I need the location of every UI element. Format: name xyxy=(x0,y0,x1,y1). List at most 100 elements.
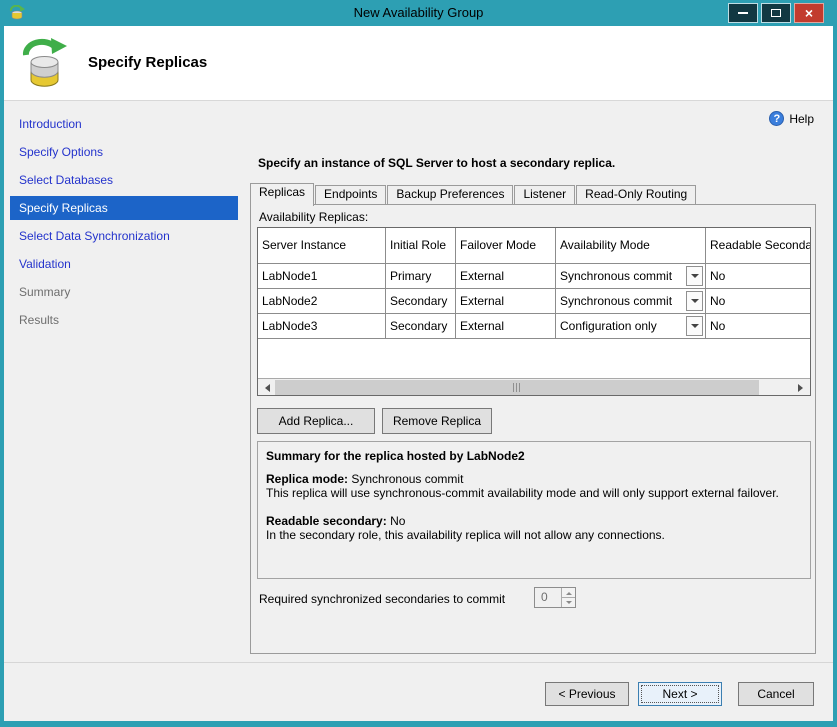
wizard-footer: < Previous Next > Cancel xyxy=(4,662,833,721)
cell-readable-secondary: No xyxy=(706,289,811,314)
titlebar: New Availability Group × xyxy=(0,0,837,26)
column-header-server-instance: Server Instance xyxy=(258,228,386,264)
wizard-body: Introduction Specify Options Select Data… xyxy=(4,102,833,662)
replica-summary-panel: Summary for the replica hosted by LabNod… xyxy=(257,441,811,579)
arrow-right-icon xyxy=(798,384,807,392)
arrow-left-icon xyxy=(261,384,270,392)
combo-value: Synchronous commit xyxy=(557,269,686,283)
chevron-down-icon[interactable] xyxy=(686,266,703,286)
sidebar-item-introduction[interactable]: Introduction xyxy=(10,112,238,136)
arrow-down-icon xyxy=(566,601,572,607)
page-title: Specify Replicas xyxy=(88,54,207,71)
close-icon: × xyxy=(805,6,813,20)
tab-listener[interactable]: Listener xyxy=(514,185,575,204)
horizontal-scrollbar[interactable] xyxy=(258,378,810,395)
cell-availability-mode: Configuration only xyxy=(556,314,706,339)
availability-replicas-label: Availability Replicas: xyxy=(259,210,368,224)
required-secondaries-label: Required synchronized secondaries to com… xyxy=(259,589,505,609)
tab-backup-preferences[interactable]: Backup Preferences xyxy=(387,185,513,204)
sidebar-item-specify-replicas[interactable]: Specify Replicas xyxy=(10,196,238,220)
cell-availability-mode: Synchronous commit xyxy=(556,289,706,314)
summary-title: Summary for the replica hosted by LabNod… xyxy=(266,449,525,463)
arrow-up-icon xyxy=(566,589,572,595)
instruction-text: Specify an instance of SQL Server to hos… xyxy=(258,156,615,170)
window-title: New Availability Group xyxy=(0,0,837,26)
table-header-row: Server Instance Initial Role Failover Mo… xyxy=(258,228,811,264)
previous-button[interactable]: < Previous xyxy=(545,682,629,706)
availability-mode-select[interactable]: Synchronous commit xyxy=(557,265,704,287)
tab-replicas[interactable]: Replicas xyxy=(250,183,314,206)
scroll-left-button[interactable] xyxy=(258,380,275,395)
add-replica-button[interactable]: Add Replica... xyxy=(257,408,375,434)
cancel-button[interactable]: Cancel xyxy=(738,682,814,706)
dialog-content: Specify Replicas Introduction Specify Op… xyxy=(4,26,833,721)
caption-buttons: × xyxy=(728,3,824,23)
help-link[interactable]: ? Help xyxy=(769,111,814,126)
cell-failover-mode: External xyxy=(456,264,556,289)
sidebar-item-select-data-synchronization[interactable]: Select Data Synchronization xyxy=(10,224,238,248)
sidebar-item-results: Results xyxy=(10,308,238,332)
chevron-glyph xyxy=(691,324,699,332)
chevron-down-icon[interactable] xyxy=(686,291,703,311)
column-header-availability-mode: Availability Mode xyxy=(556,228,706,264)
spinner-up-button[interactable] xyxy=(562,588,575,598)
chevron-glyph xyxy=(691,274,699,282)
new-availability-group-window: New Availability Group × Specify Replica… xyxy=(0,0,837,727)
replica-mode-label: Replica mode: xyxy=(266,472,348,486)
cell-server-instance: LabNode3 xyxy=(258,314,386,339)
close-button[interactable]: × xyxy=(794,3,824,23)
availability-mode-select[interactable]: Synchronous commit xyxy=(557,290,704,312)
spinner-down-button[interactable] xyxy=(562,598,575,607)
main-pane: ? Help Specify an instance of SQL Server… xyxy=(240,102,833,662)
cell-initial-role: Secondary xyxy=(386,289,456,314)
sidebar-item-specify-options[interactable]: Specify Options xyxy=(10,140,238,164)
scrollbar-grip-icon xyxy=(513,383,522,392)
cell-initial-role: Secondary xyxy=(386,314,456,339)
required-secondaries-spinner[interactable]: 0 xyxy=(534,587,576,608)
cell-readable-secondary: No xyxy=(706,314,811,339)
help-label: Help xyxy=(789,112,814,126)
column-header-initial-role: Initial Role xyxy=(386,228,456,264)
availability-mode-select[interactable]: Configuration only xyxy=(557,315,704,337)
combo-value: Configuration only xyxy=(557,319,686,333)
table-row: LabNode2 Secondary External Synchronous … xyxy=(258,289,811,314)
chevron-down-icon[interactable] xyxy=(686,316,703,336)
replica-mode-description: This replica will use synchronous-commit… xyxy=(266,486,779,500)
maximize-icon xyxy=(771,9,781,17)
tab-read-only-routing[interactable]: Read-Only Routing xyxy=(576,185,696,204)
question-circle-icon: ? xyxy=(769,111,784,126)
tab-strip: Replicas Endpoints Backup Preferences Li… xyxy=(250,183,697,204)
cell-server-instance: LabNode2 xyxy=(258,289,386,314)
cell-failover-mode: External xyxy=(456,289,556,314)
cell-readable-secondary: No xyxy=(706,264,811,289)
database-sync-icon xyxy=(17,36,71,95)
readable-secondary-label: Readable secondary: xyxy=(266,514,387,528)
wizard-header: Specify Replicas xyxy=(4,26,833,101)
minimize-button[interactable] xyxy=(728,3,758,23)
replica-mode-block: Replica mode: Synchronous commit This re… xyxy=(266,472,779,500)
cell-server-instance: LabNode1 xyxy=(258,264,386,289)
cell-initial-role: Primary xyxy=(386,264,456,289)
minimize-icon xyxy=(738,12,748,14)
scroll-right-button[interactable] xyxy=(793,380,810,395)
next-button[interactable]: Next > xyxy=(638,682,722,706)
availability-replicas-grid: Server Instance Initial Role Failover Mo… xyxy=(257,227,811,396)
combo-value: Synchronous commit xyxy=(557,294,686,308)
sidebar-item-select-databases[interactable]: Select Databases xyxy=(10,168,238,192)
wizard-steps-sidebar: Introduction Specify Options Select Data… xyxy=(4,102,240,662)
readable-secondary-value: No xyxy=(390,514,405,528)
readable-secondary-block: Readable secondary: No In the secondary … xyxy=(266,514,665,542)
tab-endpoints[interactable]: Endpoints xyxy=(315,185,386,204)
spinner-value[interactable]: 0 xyxy=(535,588,561,607)
column-header-readable-secondary: Readable Secondary xyxy=(706,228,811,264)
sidebar-item-validation[interactable]: Validation xyxy=(10,252,238,276)
replica-mode-value: Synchronous commit xyxy=(351,472,463,486)
replicas-table: Server Instance Initial Role Failover Mo… xyxy=(258,228,811,377)
sidebar-item-summary: Summary xyxy=(10,280,238,304)
grid-empty-area xyxy=(258,339,811,377)
maximize-button[interactable] xyxy=(761,3,791,23)
remove-replica-button[interactable]: Remove Replica xyxy=(382,408,492,434)
cell-availability-mode: Synchronous commit xyxy=(556,264,706,289)
scrollbar-thumb[interactable] xyxy=(275,380,759,395)
table-row: LabNode3 Secondary External Configuratio… xyxy=(258,314,811,339)
